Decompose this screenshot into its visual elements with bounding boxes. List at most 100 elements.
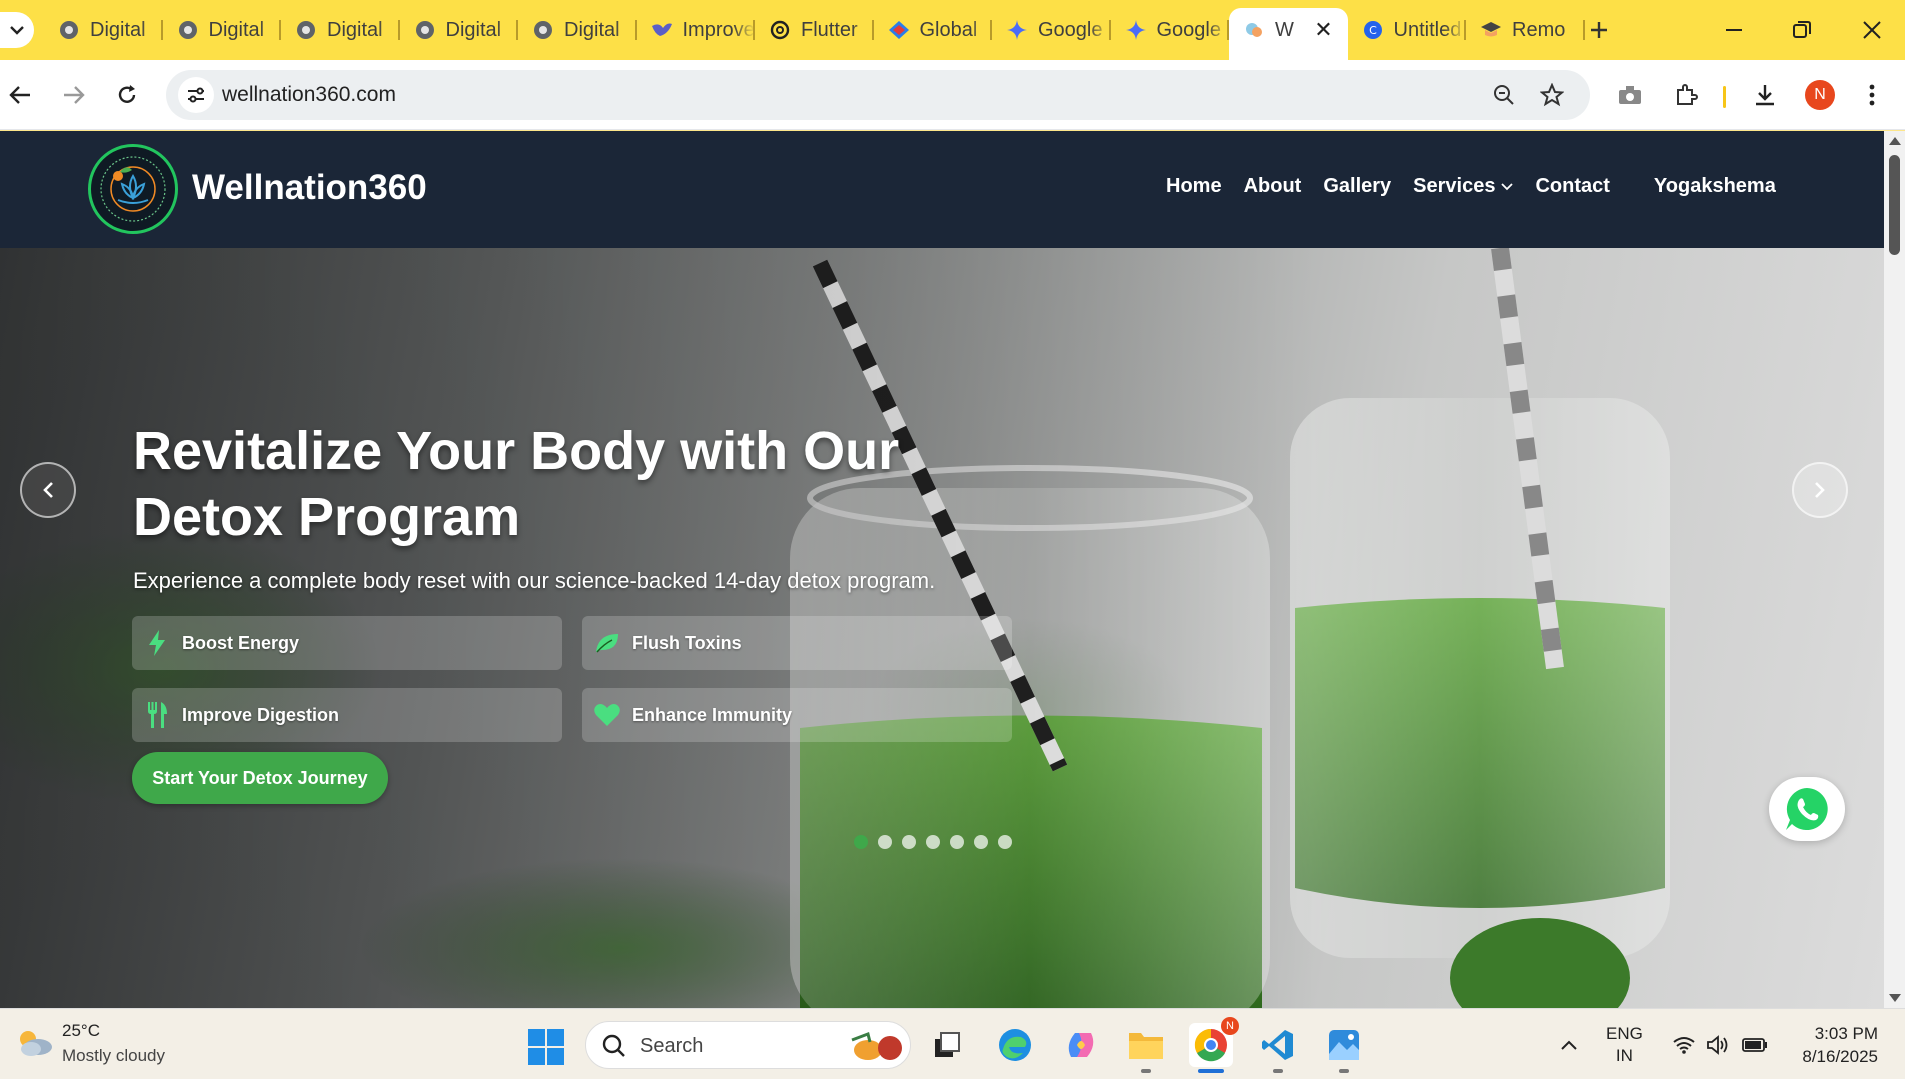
close-icon [1863,21,1881,39]
carousel-dot[interactable] [998,835,1012,849]
new-tab-button[interactable] [1583,14,1615,46]
carousel-dot[interactable] [854,835,868,849]
tab-digital-4[interactable]: Digital [400,8,519,52]
tab-title: Google [1038,18,1103,41]
chrome-app[interactable]: N [1189,1017,1239,1073]
forward-button[interactable] [56,77,92,113]
battery-icon [1742,1037,1767,1052]
tab-title: Global [919,18,978,41]
carousel-dot[interactable] [902,835,916,849]
site-info-icon[interactable] [178,77,214,113]
nav-contact[interactable]: Contact [1535,175,1609,198]
profile-avatar[interactable]: N [1805,80,1835,110]
weather-description[interactable]: Mostly cloudy [62,1046,165,1066]
openai-icon [769,19,791,41]
weather-temperature[interactable]: 25°C [62,1021,100,1041]
carousel-next-button[interactable] [1792,462,1848,518]
tab-flutter[interactable]: Flutter [755,8,874,52]
close-tab-icon[interactable]: ✕ [1312,17,1336,42]
clock-time: 3:03 PM [1814,1024,1878,1043]
tab-remo[interactable]: Remo [1466,8,1585,52]
extensions-icon[interactable] [1668,77,1704,113]
main-nav: Home About Gallery Services Contact Yoga… [1166,175,1798,198]
tab-untitled[interactable]: C Untitled [1348,8,1467,52]
tab-improve[interactable]: Improve [637,8,756,52]
folder-icon [1129,1033,1163,1059]
download-icon[interactable] [1747,77,1783,113]
site-name[interactable]: Wellnation360 [192,168,427,208]
carousel-dot[interactable] [974,835,988,849]
photos-app[interactable] [1322,1023,1366,1073]
back-button[interactable] [2,77,38,113]
camera-icon[interactable] [1612,77,1648,113]
menu-kebab-icon[interactable] [1854,77,1890,113]
copilot-app[interactable] [1059,1023,1103,1067]
tab-title: Digital [90,18,146,41]
nav-home[interactable]: Home [1166,175,1222,198]
scroll-up-arrow[interactable] [1889,137,1901,145]
system-clock[interactable]: 3:03 PM 8/16/2025 [1790,1022,1878,1068]
task-view-app[interactable] [925,1023,969,1067]
tab-global[interactable]: Global [874,8,993,52]
minimize-button[interactable] [1712,10,1756,50]
whatsapp-button[interactable] [1769,777,1845,841]
page-scrollbar[interactable] [1884,131,1905,1008]
file-explorer-app[interactable] [1124,1023,1168,1073]
carousel-prev-button[interactable] [20,462,76,518]
minimize-icon [1726,29,1742,31]
feature-boost-energy: Boost Energy [132,616,562,670]
site-logo[interactable] [88,144,178,234]
nav-about[interactable]: About [1244,175,1302,198]
restore-button[interactable] [1780,10,1824,50]
scroll-down-arrow[interactable] [1889,994,1901,1002]
tab-google-2[interactable]: Google [1111,8,1230,52]
carousel-dot[interactable] [878,835,892,849]
feature-improve-digestion: Improve Digestion [132,688,562,742]
copilot-icon [1068,1033,1094,1057]
carousel-dot[interactable] [950,835,964,849]
bird-icon [651,19,673,41]
address-bar[interactable]: wellnation360.com [166,70,1590,120]
vscode-app[interactable] [1256,1023,1300,1073]
wifi-icon [1673,1036,1695,1054]
language-indicator[interactable]: ENG IN [1606,1023,1643,1067]
url-text[interactable]: wellnation360.com [222,83,396,107]
tab-digital-3[interactable]: Digital [281,8,400,52]
nav-yogakshema[interactable]: Yogakshema [1654,175,1776,198]
whatsapp-icon [1786,788,1828,830]
globe-icon [295,19,317,41]
nav-services[interactable]: Services [1413,175,1514,198]
tab-digital-5[interactable]: Digital [518,8,637,52]
tab-google-1[interactable]: Google [992,8,1111,52]
carousel-dot[interactable] [926,835,940,849]
scroll-thumb[interactable] [1889,155,1900,255]
gemini-icon [1006,19,1028,41]
start-button[interactable] [528,1029,564,1065]
wifi-status[interactable] [1672,1009,1696,1079]
language-code: ENG [1606,1024,1643,1043]
tab-title: W [1275,18,1294,41]
start-detox-button[interactable]: Start Your Detox Journey [132,752,388,804]
hero-subtitle: Experience a complete body reset with ou… [133,568,936,593]
utensils-icon [144,702,170,728]
reload-button[interactable] [109,77,145,113]
tray-overflow-button[interactable] [1560,1009,1578,1079]
arrow-left-icon [9,86,30,104]
edge-app[interactable] [993,1023,1037,1067]
tab-wellnation-active[interactable]: W ✕ [1229,8,1348,60]
zoom-icon[interactable] [1490,81,1518,109]
tab-digital-1[interactable]: Digital [44,8,163,52]
bookmark-star-icon[interactable] [1538,81,1566,109]
photos-icon [1329,1030,1359,1060]
edge-icon [999,1029,1031,1061]
battery-status[interactable] [1742,1009,1768,1079]
tab-digital-2[interactable]: Digital [163,8,282,52]
tab-title: Digital [445,18,502,41]
volume-status[interactable] [1706,1009,1730,1079]
vscode-icon [1262,1030,1293,1060]
hero-title: Revitalize Your Body with Our Detox Prog… [133,421,900,547]
taskbar-search[interactable]: Search [585,1021,911,1069]
close-window-button[interactable] [1850,10,1894,50]
tab-search-button[interactable] [0,12,34,48]
nav-gallery[interactable]: Gallery [1323,175,1391,198]
